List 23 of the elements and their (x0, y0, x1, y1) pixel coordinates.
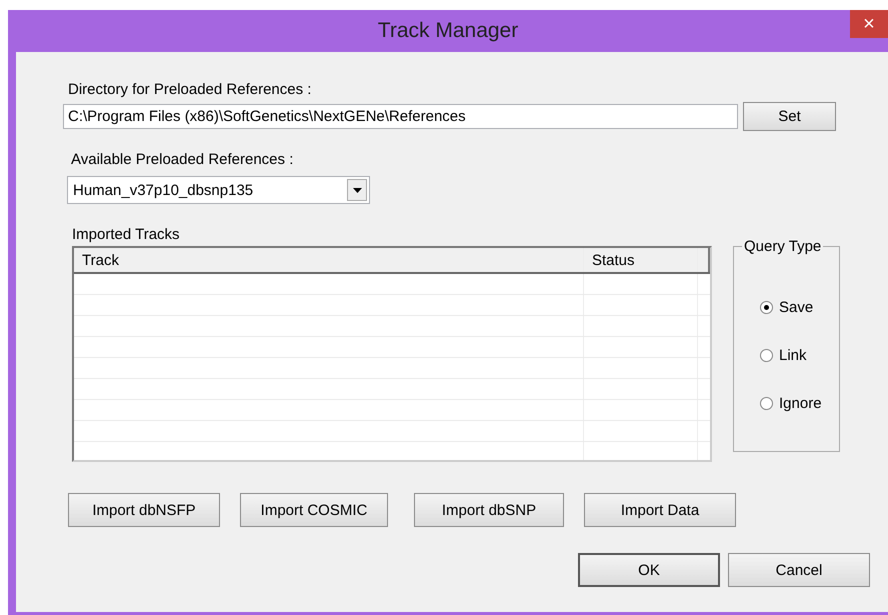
directory-label: Directory for Preloaded References : (68, 81, 312, 98)
column-header[interactable]: Track (74, 248, 584, 272)
radio-option[interactable]: Link (760, 343, 839, 367)
group-title: Query Type (743, 238, 822, 255)
radio-button[interactable] (760, 396, 773, 410)
directory-field[interactable]: C:\Program Files (x86)\SoftGenetics\NextGENe\References (63, 104, 738, 129)
radio-button[interactable] (760, 300, 773, 314)
imported-tracks-label: Imported Tracks (72, 226, 180, 243)
import-button[interactable]: Import dbSNP (414, 493, 564, 527)
set-button[interactable]: Set (743, 102, 836, 131)
references-label: Available Preloaded References : (71, 151, 294, 168)
radio-option[interactable]: Ignore (760, 391, 839, 415)
dialog-button[interactable]: Cancel (728, 553, 870, 587)
import-button[interactable]: Import dbNSFP (68, 493, 220, 527)
close-button[interactable]: × (850, 10, 888, 38)
radio-button[interactable] (760, 348, 773, 362)
radio-option[interactable]: Save (760, 295, 839, 319)
column-header[interactable]: Status (584, 248, 698, 272)
references-dropdown[interactable]: Human_v37p10_dbsnp135 (67, 176, 370, 204)
import-button[interactable]: Import COSMIC (240, 493, 388, 527)
window-title: Track Manager (378, 19, 518, 43)
import-button[interactable]: Import Data (584, 493, 736, 527)
dialog-button[interactable]: OK (578, 553, 720, 587)
